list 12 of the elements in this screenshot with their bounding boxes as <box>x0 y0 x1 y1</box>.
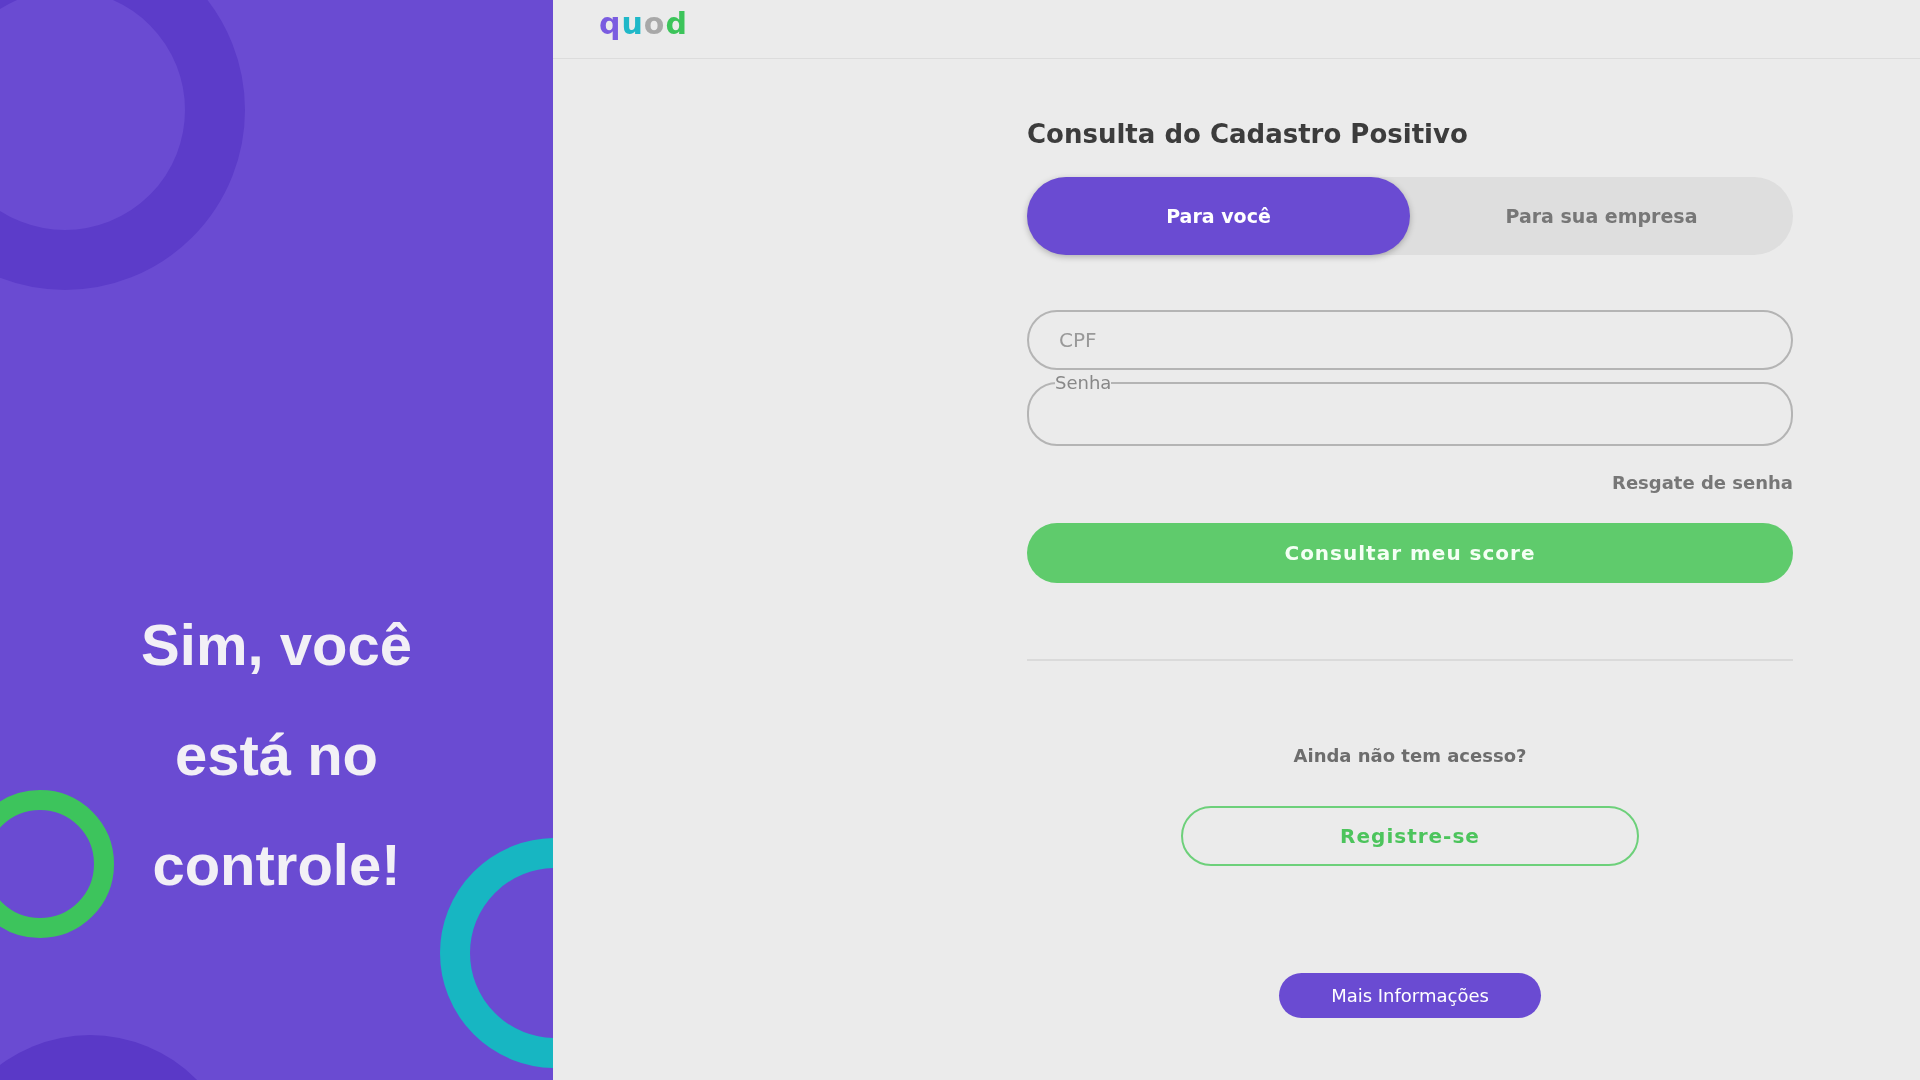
cpf-field[interactable]: CPF <box>1027 310 1793 370</box>
signup-prompt: Ainda não tem acesso? <box>1292 745 1528 766</box>
register-button[interactable]: Registre-se <box>1181 806 1639 866</box>
more-info-button[interactable]: Mais Informações <box>1279 973 1541 1018</box>
password-field[interactable]: Senha <box>1027 372 1793 446</box>
logo: quod <box>599 5 688 41</box>
hero-headline: Sim, você está no controle! <box>140 611 413 899</box>
submit-button[interactable]: Consultar meu score <box>1027 523 1793 583</box>
tab[interactable]: Para você <box>1027 177 1410 255</box>
forgot-password-link[interactable]: Resgate de senha <box>1612 472 1793 493</box>
form-title: Consulta do Cadastro Positivo <box>1027 119 1469 149</box>
tab[interactable]: Para sua empresa <box>1410 177 1793 255</box>
